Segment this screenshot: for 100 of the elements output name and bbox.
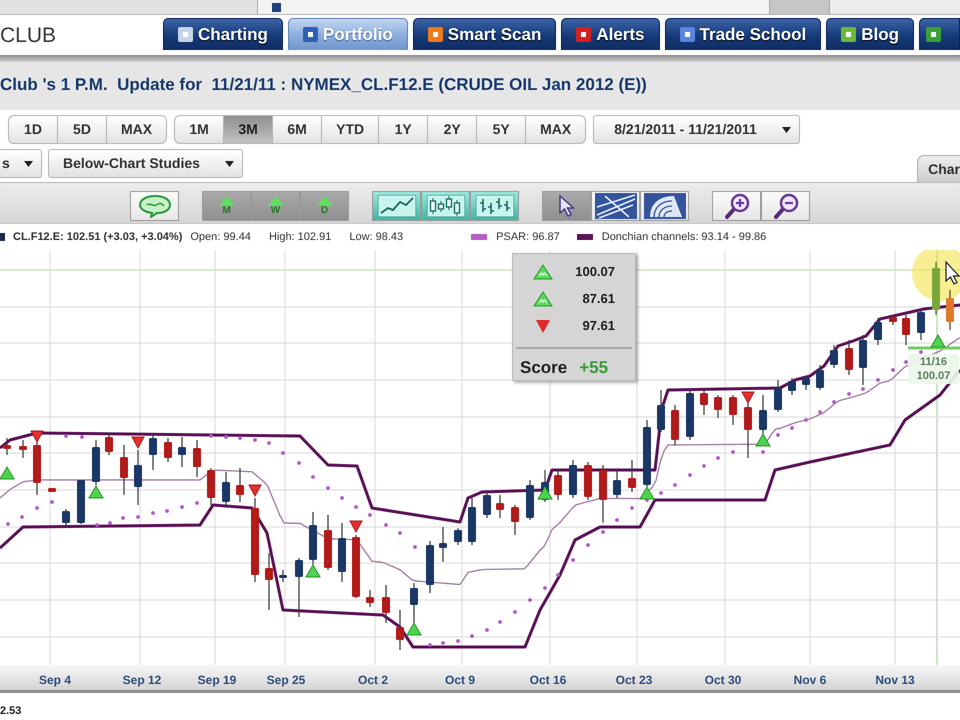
- candlestick: [554, 470, 562, 500]
- down-triangle-marker: [30, 430, 44, 444]
- signal-value: 100.07: [575, 262, 615, 281]
- candlestick: [105, 433, 113, 455]
- candlestick: [613, 470, 621, 498]
- candlestick-chart-icon: [426, 195, 464, 217]
- candlestick: [193, 440, 201, 477]
- candlestick: [382, 585, 390, 623]
- candlestick: [366, 590, 374, 607]
- callout-value: 100.07: [916, 369, 952, 383]
- candlestick: [279, 570, 287, 582]
- range-button[interactable]: 5Y: [476, 115, 526, 144]
- zoom-out-icon: [772, 193, 798, 219]
- candlestick: [19, 440, 27, 458]
- range-button[interactable]: 1M: [174, 115, 224, 144]
- range-button[interactable]: 1Y: [378, 115, 428, 144]
- candlestick: [657, 390, 665, 432]
- candlestick: [149, 435, 157, 470]
- panel-tab[interactable]: Char: [917, 155, 960, 182]
- candlestick: [714, 395, 722, 418]
- range-button[interactable]: YTD: [321, 115, 380, 144]
- up-triangle-marker: [537, 486, 553, 500]
- axis-label: Oct 16: [530, 672, 566, 689]
- axis-label: Oct 2: [358, 672, 388, 689]
- candlestick: [496, 495, 504, 518]
- zoom-out-button[interactable]: [761, 191, 810, 221]
- signal-value: 97.61: [582, 316, 615, 335]
- down-triangle-icon: [533, 318, 553, 334]
- range-button[interactable]: MAX: [525, 115, 586, 144]
- candlestick: [164, 438, 172, 462]
- axis-label: Oct 9: [445, 672, 475, 689]
- up-triangle-icon: [533, 264, 553, 280]
- axis-label: Sep 4: [39, 672, 71, 689]
- candlestick: [816, 365, 824, 390]
- up-triangle-marker: [930, 334, 946, 348]
- series-swatch-icon: [0, 233, 5, 241]
- candlestick: [902, 315, 910, 345]
- studies-dropdown[interactable]: s: [0, 149, 42, 178]
- logo-text: CLUB: [0, 24, 58, 46]
- candlestick: [700, 390, 708, 415]
- candlestick: [802, 376, 810, 390]
- score-label: Score: [520, 357, 568, 380]
- highlighted-candle: [932, 262, 940, 315]
- studies-dropdown[interactable]: Below-Chart Studies: [48, 149, 243, 178]
- callout-date: 11/16: [919, 355, 948, 369]
- candlestick: [859, 335, 867, 385]
- zoom-in-button[interactable]: [712, 191, 761, 221]
- axis-label: Sep 12: [122, 672, 162, 689]
- range-button[interactable]: 6M: [272, 115, 322, 144]
- chart-type-button[interactable]: [470, 191, 519, 221]
- nav-tab[interactable]: [919, 18, 960, 50]
- candlestick: [309, 512, 317, 565]
- pointer-button[interactable]: [542, 191, 591, 221]
- price-reading: 2.53: [0, 705, 22, 717]
- chart-type-button[interactable]: [372, 191, 421, 221]
- stat-text: Open: 99.44: [190, 230, 251, 245]
- quote-text: CL.F12.E: 102.51 (+3.03, +3.04%): [13, 230, 182, 245]
- nav-tab[interactable]: Smart Scan: [412, 18, 556, 50]
- comment-button[interactable]: [130, 191, 179, 221]
- chart-type-button[interactable]: [421, 191, 470, 221]
- up-triangle-icon: [218, 196, 234, 206]
- range-button[interactable]: 2Y: [427, 115, 478, 144]
- candlestick: [33, 440, 41, 495]
- date-range-dropdown[interactable]: 8/21/2011 - 11/21/2011: [593, 115, 800, 144]
- caret-icon: [782, 126, 792, 132]
- candlestick: [729, 395, 737, 425]
- axis-label: Oct 30: [704, 672, 742, 689]
- axis-label: Nov 13: [875, 672, 915, 689]
- candlestick: [483, 490, 491, 518]
- mouse-pointer-icon: [945, 260, 960, 285]
- range-button[interactable]: 1D: [8, 115, 58, 144]
- axis-label: Oct 23: [616, 672, 652, 689]
- candlestick: [511, 505, 519, 535]
- range-button[interactable]: MAX: [106, 115, 168, 144]
- caret-icon: [24, 160, 33, 166]
- nav-tab[interactable]: Charting: [163, 18, 283, 50]
- range-button[interactable]: 5D: [57, 115, 107, 144]
- down-triangle-marker: [131, 436, 145, 450]
- nav-tab[interactable]: Blog: [826, 18, 914, 50]
- up-triangle-icon: [533, 290, 553, 306]
- axis-label: Nov 6: [794, 672, 826, 689]
- candlestick: [671, 405, 679, 445]
- up-triangle-icon: [268, 196, 284, 206]
- candlestick: [324, 515, 332, 570]
- candlestick: [352, 535, 360, 598]
- trend-lines-button[interactable]: [591, 191, 640, 221]
- candlestick: [569, 460, 577, 498]
- nav-tab[interactable]: Alerts: [561, 18, 660, 50]
- line-chart-icon: [378, 195, 416, 217]
- down-triangle-marker: [349, 520, 363, 534]
- up-triangle-marker: [0, 466, 15, 480]
- report-title: Club 's 1 P.M. Update for 11/21/11 : NYMEX_CL.F12.E (CRUDE OIL Jan 2012 (E)): [0, 75, 648, 95]
- axis-label: Sep 25: [266, 672, 306, 689]
- candlestick: [774, 380, 782, 412]
- candlestick: [788, 378, 796, 395]
- candlestick: [628, 460, 636, 492]
- range-button[interactable]: 3M: [223, 115, 274, 144]
- nav-tab[interactable]: Trade School: [664, 18, 822, 50]
- arc-lines-button[interactable]: [640, 191, 689, 221]
- signal-value: 87.61: [582, 290, 615, 308]
